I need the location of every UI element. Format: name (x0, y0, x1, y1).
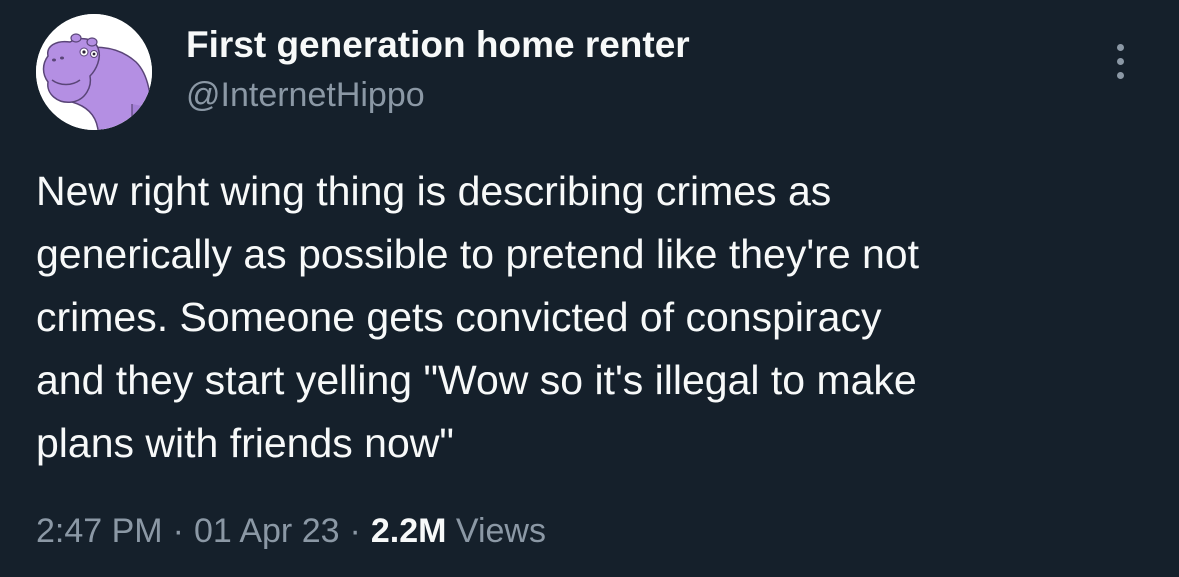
tweet-text-line: New right wing thing is describing crime… (36, 168, 832, 214)
tweet-text-line: and they start yelling "Wow so it's ille… (36, 357, 917, 403)
meta-separator: · (349, 512, 361, 550)
meta-separator: · (172, 512, 184, 550)
more-dot (1117, 44, 1124, 51)
more-dot (1117, 72, 1124, 79)
tweet-text-line: plans with friends now" (36, 420, 454, 466)
author-display-name[interactable]: First generation home renter (186, 24, 690, 66)
more-options-icon[interactable] (1108, 42, 1134, 82)
tweet-text: New right wing thing is describing crime… (36, 160, 1156, 475)
author-avatar[interactable] (36, 14, 152, 130)
tweet-time[interactable]: 2:47 PM (36, 512, 163, 550)
views-label: Views (455, 512, 546, 550)
more-dot (1117, 58, 1124, 65)
views-count: 2.2M (370, 512, 447, 550)
author-handle[interactable]: @InternetHippo (186, 76, 425, 115)
tweet-text-line: generically as possible to pretend like … (36, 231, 920, 277)
tweet-card: First generation home renter @InternetHi… (0, 0, 1179, 577)
hippo-avatar-icon (36, 14, 152, 130)
tweet-text-line: crimes. Someone gets convicted of conspi… (36, 294, 882, 340)
tweet-meta: 2:47 PM · 01 Apr 23 · 2.2M Views (36, 512, 546, 551)
tweet-date[interactable]: 01 Apr 23 (194, 512, 340, 550)
